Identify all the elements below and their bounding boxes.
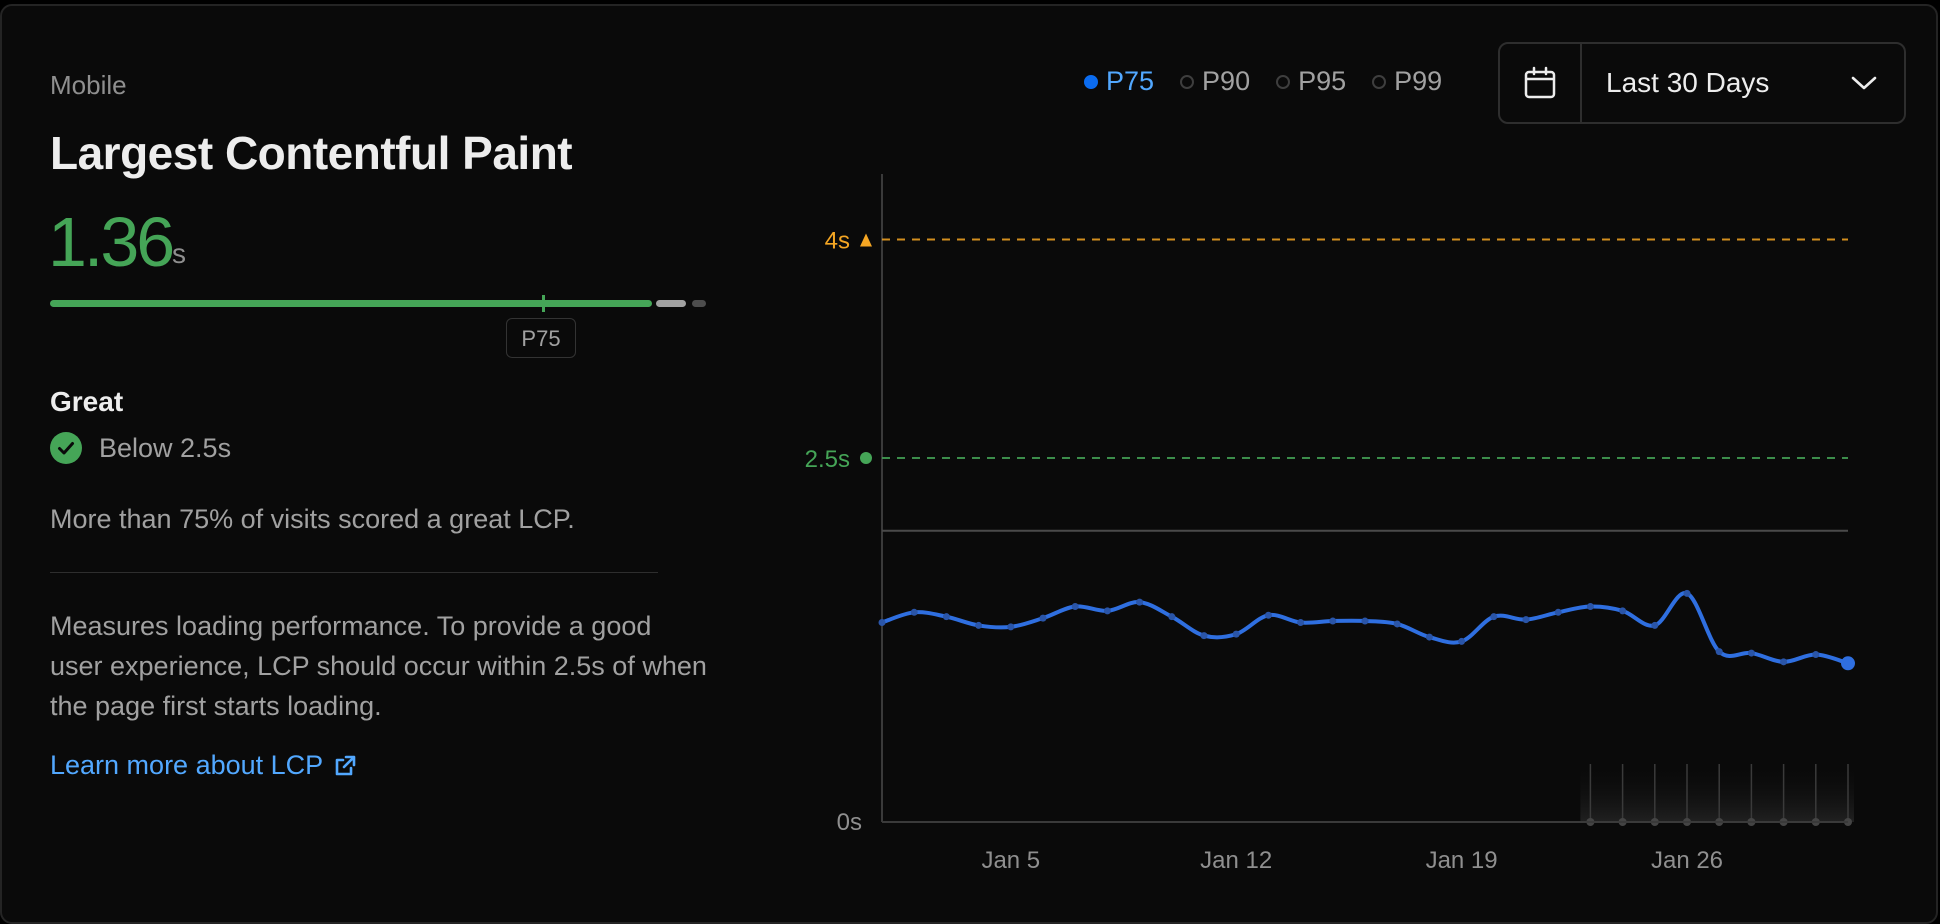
rating-summary: More than 75% of visits scored a great L…: [50, 504, 575, 534]
data-point: [1812, 651, 1820, 659]
threshold-label: 2.5s: [805, 446, 850, 473]
metric-description: Measures loading performance. To provide…: [50, 611, 707, 721]
score-scale-great-segment: [50, 300, 652, 307]
legend-label: P75: [1106, 66, 1155, 96]
score-scale-needs-improvement-segment: [656, 300, 686, 307]
data-point: [1071, 602, 1079, 610]
data-point: [975, 621, 983, 629]
y-tick-label: 0s: [837, 809, 862, 836]
data-point: [1136, 598, 1144, 606]
data-point: [1651, 621, 1659, 629]
legend-item-p95[interactable]: P95: [1276, 66, 1346, 97]
threshold-text: Below 2.5s: [99, 433, 232, 463]
data-point: [878, 619, 886, 627]
date-range-select[interactable]: Last 30 Days: [1498, 42, 1906, 124]
date-range-label: Last 30 Days: [1606, 67, 1770, 98]
data-point: [1522, 616, 1530, 624]
legend-dot: [1180, 74, 1195, 89]
data-point: [1103, 607, 1111, 615]
data-point: [1747, 649, 1755, 657]
legend-item-p99[interactable]: P99: [1372, 66, 1442, 97]
data-point: [1039, 614, 1047, 622]
lcp-card: Mobile Largest Contentful Paint 1.36 s P…: [0, 4, 1938, 924]
data-point: [1361, 617, 1369, 625]
data-point: [1200, 632, 1208, 640]
data-point: [1007, 623, 1015, 631]
calendar-icon: [1524, 66, 1556, 99]
calendar-button[interactable]: [1500, 44, 1582, 122]
chevron-down-icon: [1851, 76, 1877, 90]
data-point: [1683, 589, 1691, 597]
legend-item-p75[interactable]: P75: [1084, 66, 1154, 97]
external-link-icon: [335, 755, 356, 775]
legend-dot: [1276, 74, 1291, 89]
device-label: Mobile: [50, 70, 127, 100]
data-point: [1458, 637, 1466, 645]
percentile-legend: P75 P90 P95 P99: [1084, 66, 1442, 97]
threshold-label: 4s: [825, 228, 850, 255]
data-point: [910, 608, 918, 616]
data-point: [1554, 608, 1562, 616]
data-point: [1329, 617, 1337, 625]
series-line-p75: [880, 591, 1850, 666]
dropdown-chevron[interactable]: [1824, 44, 1904, 122]
data-point: [1297, 619, 1305, 627]
legend-label: P95: [1298, 66, 1347, 96]
legend-item-p90[interactable]: P90: [1180, 66, 1250, 97]
data-point: [1841, 656, 1855, 671]
p75-marker: [542, 295, 545, 312]
x-tick-label: Jan 19: [1426, 847, 1498, 874]
rating-label: Great: [50, 386, 124, 417]
data-point: [1393, 620, 1401, 628]
data-point: [1715, 648, 1723, 656]
score-unit: s: [172, 238, 186, 269]
data-point: [1619, 607, 1627, 615]
legend-dot: [1372, 74, 1387, 89]
lcp-line-chart: 2.5s 4s 0s Jan 5 Jan 12 Jan 19 Jan 26: [805, 174, 1855, 874]
data-point: [1425, 633, 1433, 641]
divider: [50, 572, 658, 573]
x-tick-label: Jan 12: [1200, 847, 1272, 874]
x-tick-label: Jan 5: [981, 847, 1040, 874]
check-circle-icon: [50, 432, 82, 464]
threshold-marker: [860, 451, 872, 464]
metric-title: Largest Contentful Paint: [50, 127, 573, 179]
data-point: [942, 613, 950, 621]
legend-label: P99: [1394, 66, 1443, 96]
legend-dot: [1084, 74, 1098, 89]
learn-more-link[interactable]: Learn more about LCP: [50, 750, 357, 781]
data-point: [1780, 658, 1788, 666]
data-point: [1490, 613, 1498, 621]
p75-tag: P75: [506, 318, 576, 358]
x-tick-label: Jan 26: [1651, 847, 1723, 874]
data-point: [1168, 613, 1176, 621]
threshold-marker: [860, 233, 872, 247]
score-scale-poor-segment: [692, 300, 706, 307]
legend-label: P90: [1202, 66, 1251, 96]
learn-more-label: Learn more about LCP: [50, 750, 324, 780]
data-point: [1586, 602, 1594, 610]
score-value: 1.36: [48, 203, 175, 281]
data-point: [1232, 630, 1240, 638]
sample-density-area: [1580, 762, 1854, 822]
data-point: [1264, 611, 1272, 619]
